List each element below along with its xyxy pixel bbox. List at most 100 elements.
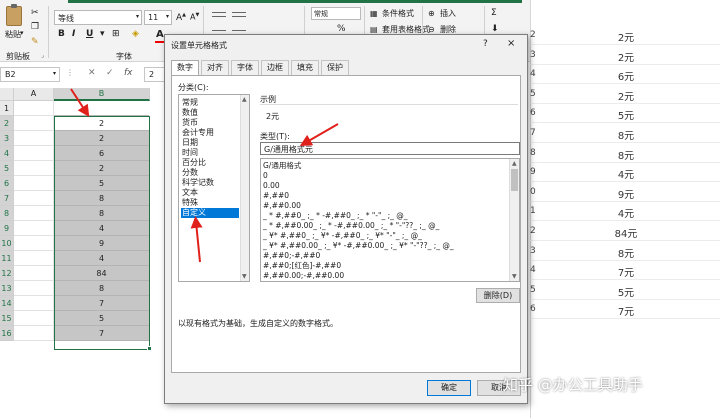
cell-value[interactable]: 84元 [540, 225, 712, 240]
cell-b[interactable] [54, 101, 149, 116]
type-item[interactable]: #,##0;-#,##0 [263, 251, 507, 261]
cell-value[interactable]: 5元 [540, 107, 712, 122]
category-item[interactable]: 百分比 [181, 158, 239, 168]
row-header[interactable]: 14 [0, 296, 14, 311]
cell-b[interactable]: 4 [54, 251, 149, 266]
type-item[interactable]: 0.00 [263, 181, 507, 191]
cell-a[interactable] [14, 251, 54, 266]
cell-a[interactable] [14, 191, 54, 206]
row-header[interactable]: 12 [0, 266, 14, 281]
type-item[interactable]: _ * #,##0.00_ ;_ * -#,##0.00_ ;_ * "-"??… [263, 221, 507, 231]
delete-icon[interactable]: ⊖ [428, 25, 435, 34]
fill-down-icon[interactable]: ⬇ [491, 24, 499, 34]
insert-icon[interactable]: ⊕ [428, 9, 435, 18]
chevron-up-icon[interactable]: ▲ [242, 96, 247, 103]
category-item[interactable]: 科学记数 [181, 178, 239, 188]
cell-b[interactable]: 7 [54, 296, 149, 311]
category-list[interactable]: ▲ ▼ 常规 数值 货币 会计专用 日期 时间 百分比 分数 科学记数 文本 特殊 自定义 [178, 94, 250, 282]
cell-b[interactable]: 2 [54, 161, 149, 176]
cell-b[interactable]: 8 [54, 281, 149, 296]
confirm-entry-icon[interactable]: ✓ [106, 68, 114, 78]
cell-a[interactable] [14, 101, 54, 116]
category-item[interactable]: 货币 [181, 118, 239, 128]
type-item[interactable]: _ * #,##0_ ;_ * -#,##0_ ;_ * "-"_ ;_ @_ [263, 211, 507, 221]
cell-b[interactable]: 8 [54, 191, 149, 206]
cell-a[interactable] [14, 236, 54, 251]
cut-icon[interactable]: ✂ [31, 8, 39, 18]
chevron-up-icon[interactable]: ▲ [512, 160, 517, 167]
cell-a[interactable] [14, 266, 54, 281]
column-header-a[interactable]: A [14, 88, 54, 101]
font-color-button[interactable]: A [156, 29, 164, 40]
type-item[interactable]: _ ¥* #,##0.00_ ;_ ¥* -#,##0.00_ ;_ ¥* "-… [263, 241, 507, 251]
font-name-select[interactable]: 等线 ▾ [54, 10, 142, 25]
cell-b[interactable]: 8 [54, 206, 149, 221]
cell-value[interactable]: 7元 [540, 264, 712, 279]
row-header[interactable]: 3 [0, 131, 14, 146]
category-item[interactable]: 文本 [181, 188, 239, 198]
row-header[interactable]: 5 [0, 161, 14, 176]
cell-value[interactable]: 4元 [540, 166, 712, 181]
category-item[interactable]: 会计专用 [181, 128, 239, 138]
category-scrollbar[interactable]: ▲ ▼ [240, 95, 249, 281]
category-item[interactable]: 自定义 [181, 208, 239, 218]
cell-a[interactable] [14, 296, 54, 311]
chevron-down-icon[interactable]: ▾ [53, 70, 56, 77]
autosum-button[interactable]: Σ [491, 8, 497, 18]
tab-fill[interactable]: 填充 [291, 60, 319, 75]
conditional-format-button[interactable]: 条件格式 [382, 8, 414, 19]
decrease-font-icon[interactable]: A▼ [190, 12, 199, 22]
row-header[interactable]: 2 [0, 116, 14, 131]
chevron-down-icon[interactable]: ▼ [512, 273, 517, 280]
cell-value[interactable]: 5元 [540, 284, 712, 299]
chevron-down-icon[interactable]: ▾ [20, 29, 24, 37]
conditional-format-icon[interactable]: ▦ [370, 9, 378, 18]
cell-value[interactable]: 2元 [540, 29, 712, 44]
scroll-thumb[interactable] [511, 169, 518, 191]
format-painter-icon[interactable]: ✎ [31, 37, 39, 47]
percent-button[interactable]: % [337, 24, 346, 34]
category-item[interactable]: 分数 [181, 168, 239, 178]
chevron-down-icon[interactable]: ▼ [242, 273, 247, 280]
formula-input[interactable]: 2 [144, 67, 166, 82]
italic-button[interactable]: I [72, 29, 75, 39]
font-size-select[interactable]: 11 ▾ [144, 10, 172, 25]
cell-value[interactable]: 2元 [540, 49, 712, 64]
cell-value[interactable]: 7元 [540, 303, 712, 318]
cell-b[interactable]: 84 [54, 266, 149, 281]
cancel-entry-icon[interactable]: ✕ [88, 68, 96, 78]
row-header[interactable]: 9 [0, 221, 14, 236]
paste-icon[interactable] [6, 4, 22, 26]
type-scrollbar[interactable]: ▲ ▼ [509, 159, 519, 281]
type-item[interactable]: _ ¥* #,##0_ ;_ ¥* -#,##0_ ;_ ¥* "-"_ ;_ … [263, 231, 507, 241]
cell-value[interactable]: 6元 [540, 68, 712, 83]
delete-format-button[interactable]: 删除(D) [476, 288, 520, 303]
category-item[interactable]: 常规 [181, 98, 239, 108]
copy-icon[interactable]: ❐ [31, 22, 39, 32]
type-item[interactable]: 0 [263, 171, 507, 181]
align-middle-icon[interactable] [232, 12, 246, 13]
table-format-icon[interactable]: ▤ [370, 25, 378, 34]
cell-value[interactable]: 4元 [540, 205, 712, 220]
category-item[interactable]: 时间 [181, 148, 239, 158]
close-button[interactable]: × [507, 38, 515, 49]
align-left-icon[interactable] [212, 30, 226, 31]
category-item[interactable]: 特殊 [181, 198, 239, 208]
tab-font[interactable]: 字体 [231, 60, 259, 75]
tab-border[interactable]: 边框 [261, 60, 289, 75]
category-item[interactable]: 日期 [181, 138, 239, 148]
type-item[interactable]: G/通用格式 [263, 161, 507, 171]
row-header[interactable]: 11 [0, 251, 14, 266]
cell-a[interactable] [14, 176, 54, 191]
type-item[interactable]: #,##0.00 [263, 201, 507, 211]
cell-value[interactable]: 8元 [540, 127, 712, 142]
ok-button[interactable]: 确定 [427, 380, 471, 396]
cell-b[interactable]: 4 [54, 221, 149, 236]
fill-handle[interactable] [147, 346, 152, 351]
increase-font-icon[interactable]: A▲ [176, 12, 186, 23]
clipboard-launcher-icon[interactable]: ⌟ [41, 52, 44, 59]
cell-b[interactable]: 7 [54, 326, 149, 341]
paste-button[interactable]: 粘贴 [5, 29, 21, 40]
cell-b[interactable]: 9 [54, 236, 149, 251]
cell-a[interactable] [14, 161, 54, 176]
